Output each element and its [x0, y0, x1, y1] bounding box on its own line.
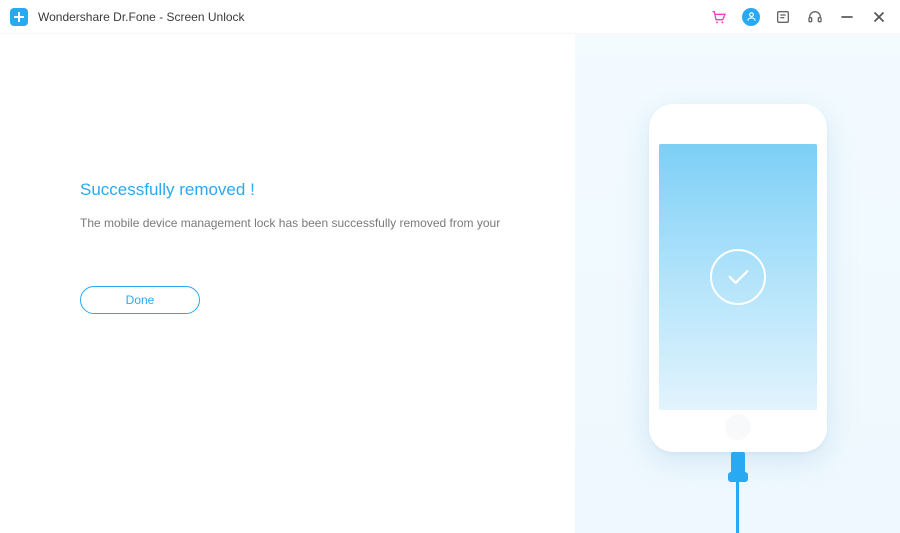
done-button[interactable]: Done: [80, 286, 200, 314]
content-area: Successfully removed ! The mobile device…: [0, 34, 900, 533]
cable-illustration: [728, 452, 748, 533]
status-heading: Successfully removed !: [80, 180, 535, 200]
status-description: The mobile device management lock has be…: [80, 214, 535, 232]
cart-icon[interactable]: [710, 8, 728, 26]
titlebar-icons: [710, 8, 892, 26]
app-title: Wondershare Dr.Fone - Screen Unlock: [38, 10, 245, 24]
feedback-icon[interactable]: [774, 8, 792, 26]
app-logo: [10, 8, 28, 26]
done-button-label: Done: [126, 293, 155, 307]
phone-home-button: [725, 414, 751, 440]
phone-screen: [659, 144, 817, 410]
headset-icon[interactable]: [806, 8, 824, 26]
phone-illustration: [649, 104, 827, 452]
user-icon[interactable]: [742, 8, 760, 26]
minimize-button[interactable]: [838, 8, 856, 26]
illustration-pane: [575, 34, 900, 533]
check-circle: [710, 249, 766, 305]
title-bar: Wondershare Dr.Fone - Screen Unlock: [0, 0, 900, 34]
plus-icon: [13, 11, 25, 23]
close-button[interactable]: [870, 8, 888, 26]
message-pane: Successfully removed ! The mobile device…: [0, 34, 575, 533]
check-icon: [724, 263, 752, 291]
